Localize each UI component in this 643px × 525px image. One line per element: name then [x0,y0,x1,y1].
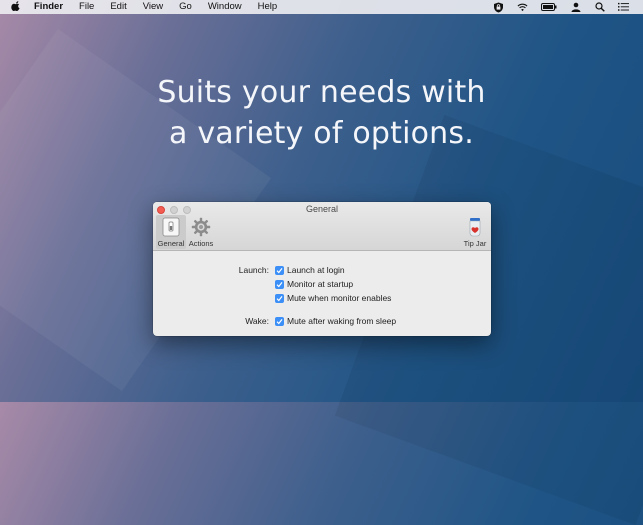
menu-app-finder[interactable]: Finder [30,0,71,14]
monitor-at-startup-checkbox[interactable] [275,279,284,289]
headline: Suits your needs with a variety of optio… [0,72,643,154]
menu-view[interactable]: View [135,0,171,14]
monitor-at-startup-row[interactable]: Monitor at startup [275,278,353,290]
window-titlebar: General General Actions Tip Jar [153,202,491,251]
launch-label: Launch: [238,265,269,275]
launch-at-login-label: Launch at login [287,265,345,275]
monitor-at-startup-label: Monitor at startup [287,279,354,289]
battery-icon[interactable] [541,2,557,13]
launch-at-login-row[interactable]: Launch at login [275,264,345,276]
launch-at-login-checkbox[interactable] [275,265,284,275]
window-title: General [305,204,339,214]
switch-icon [161,217,181,237]
tab-actions[interactable]: Actions [186,215,216,249]
gear-icon [191,217,211,237]
tab-tip-jar-label: Tip Jar [463,239,487,248]
mute-after-waking-row[interactable]: Mute after waking from sleep [275,315,396,327]
list-icon[interactable] [618,2,629,13]
mute-when-monitor-enables-row[interactable]: Mute when monitor enables [275,292,391,304]
tab-general[interactable]: General [156,215,186,249]
headline-line-2: a variety of options. [169,116,474,151]
menu-help[interactable]: Help [250,0,286,14]
menu-go[interactable]: Go [171,0,200,14]
tip-jar-icon [465,217,485,237]
mute-after-waking-label: Mute after waking from sleep [287,316,397,326]
menu-edit[interactable]: Edit [102,0,134,14]
wifi-icon[interactable] [517,2,528,13]
tab-tip-jar[interactable]: Tip Jar [460,215,490,249]
menu-file[interactable]: File [71,0,102,14]
menu-bar: Finder File Edit View Go Window Help [0,0,643,14]
headline-line-1: Suits your needs with [157,75,486,110]
mute-when-monitor-enables-label: Mute when monitor enables [287,293,392,303]
shield-icon[interactable] [493,2,504,13]
mute-when-monitor-enables-checkbox[interactable] [275,293,284,303]
general-pane: Launch: Launch at login Monitor at start… [153,251,491,336]
tab-actions-label: Actions [188,239,214,248]
preferences-window: General General Actions Tip Jar Launch: … [153,202,491,336]
wake-label: Wake: [245,316,269,326]
search-icon[interactable] [594,2,605,13]
user-icon[interactable] [570,2,581,13]
mute-after-waking-checkbox[interactable] [275,316,284,326]
tab-general-label: General [157,239,185,248]
menu-window[interactable]: Window [200,0,250,14]
apple-menu-icon[interactable] [0,0,30,14]
